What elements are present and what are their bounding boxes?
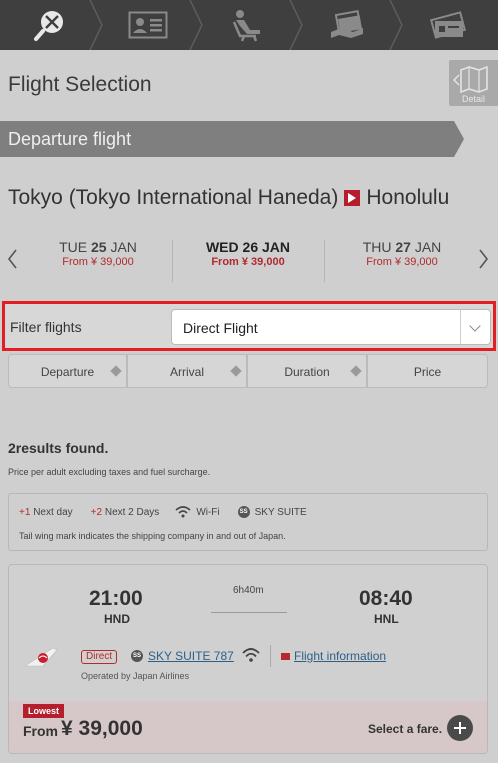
- sort-arrival-button[interactable]: Arrival: [127, 354, 247, 388]
- sort-label: Arrival: [169, 365, 204, 379]
- sort-departure-button[interactable]: Departure: [8, 354, 127, 388]
- wifi-label: Wi-Fi: [196, 506, 220, 518]
- sort-price-button[interactable]: Price: [367, 354, 488, 388]
- date-month: JAN: [262, 239, 291, 255]
- date-price: From ¥ 39,000: [366, 256, 438, 268]
- step-separator: [189, 0, 203, 50]
- divider: [270, 645, 271, 667]
- filter-flights-select[interactable]: Direct Flight: [171, 309, 491, 345]
- departure-time: 21:00: [89, 587, 143, 610]
- filter-flights-label: Filter flights: [10, 319, 82, 335]
- payment-icon: [331, 10, 363, 38]
- jal-tail-logo-icon: [23, 647, 58, 667]
- seat-icon: [232, 10, 260, 42]
- date-dow: THU: [362, 239, 392, 255]
- detail-label: Detail: [461, 94, 485, 104]
- passenger-card-icon: [128, 11, 168, 39]
- sky-suite-label: SKY SUITE: [254, 506, 307, 518]
- flight-search-icon: [34, 11, 63, 41]
- date-option-tue-25[interactable]: TUE 25 JAN From ¥ 39,000: [23, 239, 173, 283]
- next-2-days-label: Next 2 Days: [104, 506, 160, 518]
- date-month: JAN: [110, 239, 137, 255]
- sky-suite-icon: SS: [237, 506, 250, 518]
- from-label: From: [23, 723, 58, 739]
- sort-label: Price: [413, 365, 442, 379]
- step-separator: [389, 0, 403, 50]
- route-origin: Tokyo (Tokyo International Haneda): [8, 186, 339, 209]
- next-2-days-mark: +2: [90, 506, 103, 518]
- select-fare-label: Select a fare.: [368, 722, 443, 736]
- icon-legend: +1 Next day +2 Next 2 Days Wi-Fi SS SKY S…: [8, 493, 488, 551]
- chevron-down-icon[interactable]: [460, 310, 490, 344]
- detail-button[interactable]: Detail: [449, 60, 498, 106]
- route-heading: Tokyo (Tokyo International Haneda) Honol…: [8, 186, 449, 210]
- filter-selected-value: Direct Flight: [183, 320, 258, 336]
- filter-flights-row: Filter flights Direct Flight: [2, 301, 496, 351]
- date-month: JAN: [414, 239, 442, 255]
- route-arrow-icon: [344, 190, 361, 206]
- step-flight-search[interactable]: [0, 0, 100, 50]
- direct-badge: Direct: [81, 650, 118, 664]
- date-price: From ¥ 39,000: [62, 256, 134, 268]
- date-day: 27: [395, 239, 411, 255]
- date-selector: TUE 25 JAN From ¥ 39,000 WED 26 JAN From…: [0, 236, 498, 286]
- step-seat[interactable]: [198, 0, 298, 50]
- flight-result-card[interactable]: 21:00 HND 6h40m 08:40 HNL Direct SS SKY …: [8, 564, 488, 754]
- chevron-left-icon: [452, 74, 460, 86]
- page-title: Flight Selection: [8, 73, 152, 96]
- fare-bar[interactable]: Lowest From ¥ 39,000 Select a fare.: [9, 701, 487, 753]
- date-dow: TUE: [59, 239, 88, 255]
- departure-flight-label: Departure flight: [8, 129, 132, 149]
- expand-fares-plus-icon[interactable]: [447, 715, 473, 741]
- date-option-thu-27[interactable]: THU 27 JAN From ¥ 39,000: [327, 239, 477, 283]
- sky-suite-icon: SS: [131, 650, 143, 662]
- ticket-icon: [429, 11, 467, 39]
- wifi-icon: [242, 648, 260, 662]
- booking-steps-bar: [0, 0, 498, 50]
- step-separator: [89, 0, 103, 50]
- flight-info-icon: [281, 653, 290, 660]
- step-payment[interactable]: [298, 0, 398, 50]
- next-date-chevron-icon[interactable]: [478, 248, 490, 270]
- tail-wing-note: Tail wing mark indicates the shipping co…: [19, 531, 286, 541]
- date-dow: WED: [205, 239, 239, 255]
- lowest-price: ¥ 39,000: [61, 717, 143, 740]
- map-icon: [460, 65, 488, 93]
- departure-flight-banner: Departure flight: [0, 121, 464, 157]
- operated-by: Operated by Japan Airlines: [81, 671, 190, 681]
- departure-airport-code: HND: [104, 612, 130, 626]
- prev-date-chevron-icon[interactable]: [6, 248, 18, 270]
- flight-duration: 6h40m: [233, 585, 264, 596]
- step-passenger[interactable]: [98, 0, 198, 50]
- date-divider: [324, 240, 325, 282]
- sort-label: Duration: [284, 365, 330, 379]
- date-option-wed-26-selected[interactable]: WED 26 JAN From ¥ 39,000: [173, 239, 323, 283]
- step-ticket[interactable]: [398, 0, 498, 50]
- date-day: 26: [242, 239, 259, 255]
- arrival-time: 08:40: [359, 587, 413, 610]
- arrival-airport-code: HNL: [374, 612, 399, 626]
- next-day-label: Next day: [33, 506, 73, 518]
- results-count: 2results found.: [8, 440, 109, 456]
- sort-duration-button[interactable]: Duration: [247, 354, 367, 388]
- next-day-mark: +1: [19, 506, 31, 518]
- duration-line: [211, 612, 287, 613]
- sort-label: Departure: [40, 365, 95, 379]
- wifi-icon: [175, 506, 191, 518]
- lowest-badge: Lowest: [23, 704, 65, 718]
- date-day: 25: [90, 239, 107, 255]
- flight-information-link[interactable]: Flight information: [294, 649, 386, 663]
- route-destination: Honolulu: [366, 186, 450, 209]
- step-separator: [289, 0, 303, 50]
- aircraft-link[interactable]: SKY SUITE 787: [148, 649, 234, 663]
- date-price: From ¥ 39,000: [211, 256, 285, 268]
- price-note: Price per adult excluding taxes and fuel…: [8, 467, 211, 477]
